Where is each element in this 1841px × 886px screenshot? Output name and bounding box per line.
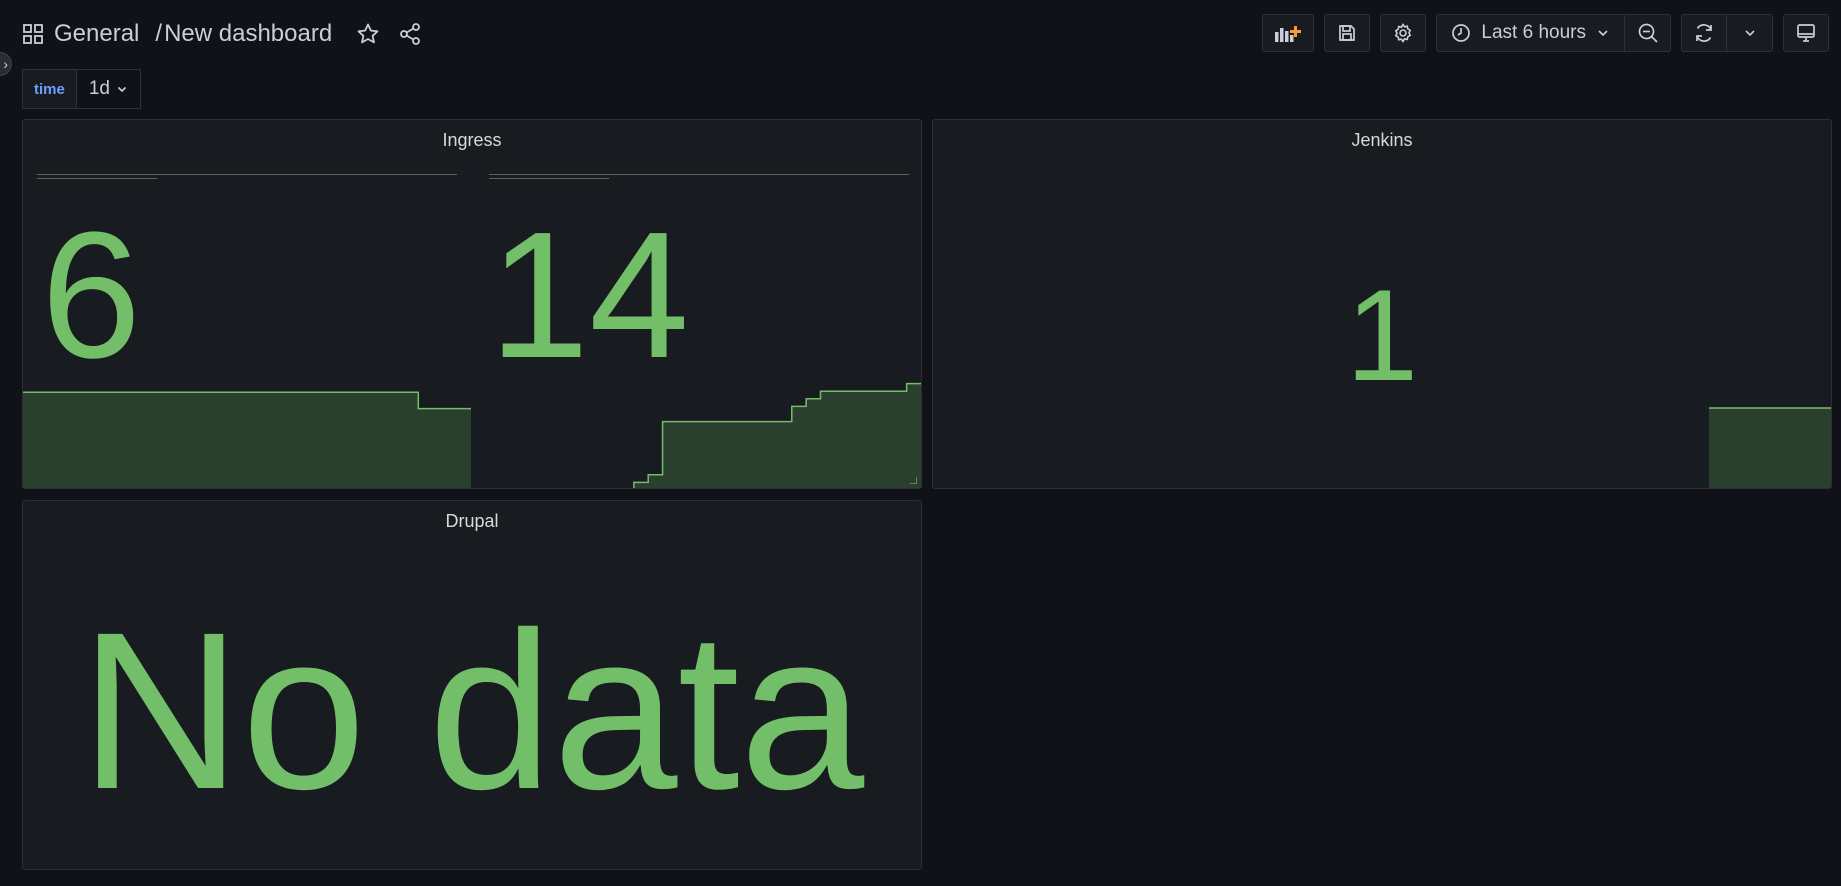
sparkline-0 xyxy=(23,391,471,488)
panel-ingress[interactable]: Ingress 6 14 xyxy=(22,119,922,489)
stat-title-placeholder xyxy=(489,174,909,175)
save-icon xyxy=(1339,25,1356,41)
star-button[interactable] xyxy=(356,22,380,46)
sparkline-area xyxy=(23,392,471,488)
tv-mode-button[interactable] xyxy=(1783,14,1829,52)
dashboard-title[interactable]: New dashboard xyxy=(164,20,332,48)
time-range-picker[interactable]: Last 6 hours xyxy=(1436,14,1625,52)
chevron-down-icon xyxy=(1598,30,1608,37)
gear-icon xyxy=(1395,23,1412,43)
breadcrumb-separator: / xyxy=(155,20,163,47)
stat-value: 14 xyxy=(489,195,690,396)
stat-title-placeholder xyxy=(489,178,609,179)
tv-mode-icon xyxy=(1797,24,1815,42)
breadcrumb-folder[interactable]: General xyxy=(54,20,139,48)
sparkline-jenkins xyxy=(1709,407,1831,488)
refresh-interval-dropdown[interactable] xyxy=(1727,14,1773,52)
dashboard-settings-button[interactable] xyxy=(1380,14,1427,52)
chevron-down-icon xyxy=(117,86,127,93)
panel-title[interactable]: Ingress xyxy=(23,130,921,151)
share-button[interactable] xyxy=(398,22,422,46)
time-range-group: Last 6 hours xyxy=(1436,14,1671,54)
zoom-out-icon xyxy=(1638,23,1658,43)
panel-jenkins[interactable]: Jenkins 1 xyxy=(932,119,1832,489)
sparkline-area xyxy=(1709,408,1831,488)
panel-title[interactable]: Jenkins xyxy=(933,130,1831,151)
panel-title[interactable]: Drupal xyxy=(23,511,921,532)
stat-title-placeholder xyxy=(37,178,157,179)
clock-icon xyxy=(1452,24,1471,42)
refresh-group xyxy=(1681,14,1773,54)
stat-value: 1 xyxy=(1345,262,1419,408)
top-navigation-bar: › General / New dashboard Last 6 hours xyxy=(0,0,1841,76)
chevron-right-icon: › xyxy=(3,56,8,72)
sparkline-1 xyxy=(633,382,921,488)
chevron-down-icon xyxy=(1744,30,1755,37)
sparkline-area xyxy=(633,383,921,488)
time-range-label: Last 6 hours xyxy=(1481,22,1586,43)
variable-select-time[interactable]: 1d xyxy=(75,69,141,109)
panel-drupal[interactable]: Drupal No data xyxy=(22,500,922,870)
share-icon xyxy=(400,23,421,45)
resize-handle[interactable] xyxy=(910,477,917,484)
refresh-icon xyxy=(1696,24,1712,42)
stat-value: 6 xyxy=(41,195,142,396)
add-panel-button[interactable] xyxy=(1262,14,1315,52)
breadcrumb: General / New dashboard xyxy=(22,18,422,50)
dock-menu-toggle[interactable]: › xyxy=(0,52,12,76)
refresh-button[interactable] xyxy=(1681,14,1727,52)
star-icon xyxy=(357,23,379,44)
save-dashboard-button[interactable] xyxy=(1324,14,1371,52)
dashboard-grid-icon xyxy=(22,23,44,45)
zoom-out-button[interactable] xyxy=(1625,14,1671,52)
variable-value-time: 1d xyxy=(88,78,110,99)
add-panel-icon xyxy=(1275,26,1302,42)
no-data-message: No data xyxy=(79,586,865,836)
stat-title-placeholder xyxy=(37,174,457,175)
template-variables: time 1d xyxy=(22,69,141,109)
variable-label-time: time xyxy=(22,69,76,109)
dashboard-toolbar: Last 6 hours xyxy=(1262,14,1829,54)
